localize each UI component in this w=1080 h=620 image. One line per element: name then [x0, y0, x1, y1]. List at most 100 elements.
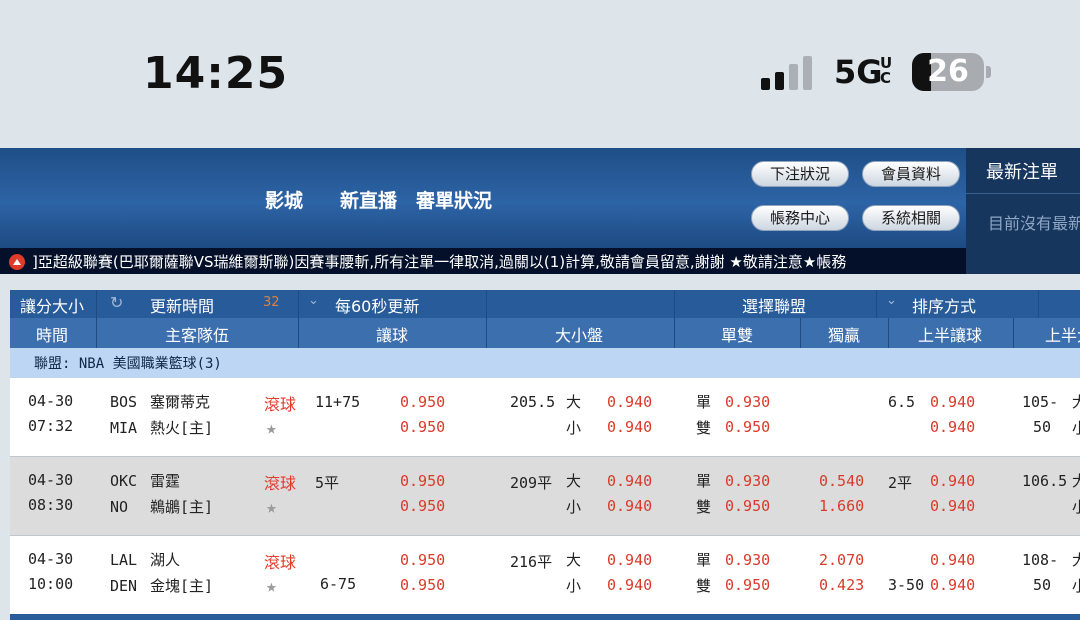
- status-time: 14:25: [143, 48, 289, 99]
- away-team-code: NO: [110, 498, 129, 516]
- first-half-handicap-line: 3-50: [888, 576, 925, 594]
- col-odd-even: 單雙: [721, 326, 754, 345]
- first-half-handicap-odds-away[interactable]: 0.940: [930, 576, 975, 594]
- odd-odds[interactable]: 0.930: [725, 393, 770, 411]
- latest-bets-panel: 最新注單 目前沒有最新: [966, 148, 1080, 274]
- select-league-button[interactable]: 選擇聯盟: [742, 293, 806, 317]
- home-team-name: 塞爾蒂克: [150, 393, 211, 411]
- table-bottom-bar: [10, 614, 1080, 620]
- moneyline-away-odds[interactable]: 0.423: [819, 576, 864, 594]
- moneyline-home-odds[interactable]: 2.070: [819, 551, 864, 569]
- even-odds[interactable]: 0.950: [725, 576, 770, 594]
- odd-label: 單: [696, 551, 712, 569]
- live-badge: 滾球: [264, 395, 297, 414]
- bet-status-button[interactable]: 下注狀況: [751, 161, 849, 187]
- over-label: 大: [566, 393, 582, 411]
- home-team-name: 雷霆: [150, 472, 181, 490]
- under-odds[interactable]: 0.940: [607, 418, 652, 436]
- moneyline-home-odds[interactable]: 0.540: [819, 472, 864, 490]
- away-team-name: 金塊[主]: [150, 577, 214, 595]
- handicap-odds-home[interactable]: 0.950: [400, 551, 445, 569]
- favorite-star-icon[interactable]: ★: [266, 576, 277, 597]
- system-button[interactable]: 系統相關: [862, 205, 960, 231]
- first-half-under-label: 小: [1072, 577, 1080, 595]
- auto-refresh-select[interactable]: 每60秒更新: [335, 293, 419, 317]
- first-half-over-label: 大: [1072, 472, 1080, 490]
- handicap-odds-away[interactable]: 0.950: [400, 418, 445, 436]
- network-sub: UC: [880, 54, 893, 87]
- refresh-icon[interactable]: ↻: [110, 293, 123, 312]
- league-title: 聯盟: NBA 美國職業籃球(3): [34, 356, 222, 372]
- over-under-line: 205.5: [510, 393, 556, 411]
- refresh-countdown: 32: [263, 295, 280, 310]
- favorite-star-icon[interactable]: ★: [266, 418, 277, 439]
- col-teams: 主客隊伍: [165, 326, 230, 345]
- over-odds[interactable]: 0.940: [607, 393, 652, 411]
- announcement-icon: [9, 254, 25, 270]
- under-odds[interactable]: 0.940: [607, 497, 652, 515]
- first-half-handicap-odds-home[interactable]: 0.940: [930, 472, 975, 490]
- league-row[interactable]: 聯盟: NBA 美國職業籃球(3): [10, 348, 1080, 378]
- handicap-line: 11+75: [315, 393, 361, 411]
- under-label: 小: [566, 419, 582, 437]
- away-team-name: 熱火[主]: [150, 419, 214, 437]
- first-half-handicap-odds-home[interactable]: 0.940: [930, 551, 975, 569]
- under-label: 小: [566, 577, 582, 595]
- first-half-ou-line: 50: [1033, 576, 1052, 594]
- sort-select[interactable]: 排序方式: [912, 293, 976, 317]
- over-odds[interactable]: 0.940: [607, 472, 652, 490]
- match-row: 滾球 ★ 04-30 07:32 BOS 塞爾蒂克 MIA 熱火[主] 11+75 0.950 0.…: [10, 378, 1080, 457]
- odd-odds[interactable]: 0.930: [725, 551, 770, 569]
- member-info-button[interactable]: 會員資料: [862, 161, 960, 187]
- even-label: 雙: [696, 498, 712, 516]
- col-handicap: 讓球: [376, 326, 409, 345]
- match-date[interactable]: 04-30: [28, 471, 73, 489]
- col-1h-handicap: 上半讓球: [918, 326, 983, 345]
- chevron-down-icon[interactable]: ⌄: [308, 293, 319, 308]
- match-time: 10:00: [28, 575, 74, 593]
- first-half-over-label: 大: [1072, 551, 1080, 569]
- first-half-ou-line: 106.5: [1022, 472, 1068, 490]
- divider: [966, 193, 1080, 194]
- match-time: 07:32: [28, 417, 74, 435]
- first-half-handicap-odds-away[interactable]: 0.940: [930, 497, 975, 515]
- odd-odds[interactable]: 0.930: [725, 472, 770, 490]
- first-half-under-label: 小: [1072, 498, 1080, 516]
- favorite-star-icon[interactable]: ★: [266, 497, 277, 518]
- even-odds[interactable]: 0.950: [725, 418, 770, 436]
- nav-cinema[interactable]: 影城: [265, 186, 303, 213]
- handicap-odds-home[interactable]: 0.950: [400, 472, 445, 490]
- handicap-odds-home[interactable]: 0.950: [400, 393, 445, 411]
- match-date[interactable]: 04-30: [28, 392, 73, 410]
- handicap-odds-away[interactable]: 0.950: [400, 497, 445, 515]
- announcement-marquee[interactable]: ]亞超級聯賽(巴耶爾薩聯VS瑞維爾斯聯)因賽事腰斬,所有注單一律取消,過關以(1…: [0, 248, 966, 274]
- home-team-name: 湖人: [150, 551, 181, 569]
- first-half-handicap-odds-away[interactable]: 0.940: [930, 418, 975, 436]
- first-half-over-label: 大: [1072, 393, 1080, 411]
- match-date[interactable]: 04-30: [28, 550, 73, 568]
- nav-live[interactable]: 新直播: [340, 186, 397, 213]
- moneyline-away-odds[interactable]: 1.660: [819, 497, 864, 515]
- odds-type-select[interactable]: 讓分大小: [20, 293, 84, 317]
- col-time: 時間: [36, 326, 69, 345]
- first-half-ou-line: 50: [1033, 418, 1052, 436]
- handicap-line: 6-75: [320, 575, 357, 593]
- over-label: 大: [566, 551, 582, 569]
- home-team-code: BOS: [110, 393, 138, 411]
- first-half-ou-line: 105-: [1022, 393, 1059, 411]
- over-under-line: 216平: [510, 553, 553, 571]
- account-center-button[interactable]: 帳務中心: [751, 205, 849, 231]
- match-row: 滾球 ★ 04-30 10:00 LAL 湖人 DEN 金塊[主] 6-75 0.950 0.950…: [10, 536, 1080, 615]
- away-team-code: MIA: [110, 419, 138, 437]
- chevron-down-icon[interactable]: ⌄: [886, 293, 897, 308]
- first-half-handicap-odds-home[interactable]: 0.940: [930, 393, 975, 411]
- over-odds[interactable]: 0.940: [607, 551, 652, 569]
- battery-percent: 26: [927, 54, 969, 89]
- under-odds[interactable]: 0.940: [607, 576, 652, 594]
- nav-review-status[interactable]: 審單狀況: [416, 186, 492, 213]
- live-badge: 滾球: [264, 474, 297, 493]
- even-label: 雙: [696, 577, 712, 595]
- handicap-odds-away[interactable]: 0.950: [400, 576, 445, 594]
- even-odds[interactable]: 0.950: [725, 497, 770, 515]
- refresh-time-button[interactable]: 更新時間: [150, 293, 214, 317]
